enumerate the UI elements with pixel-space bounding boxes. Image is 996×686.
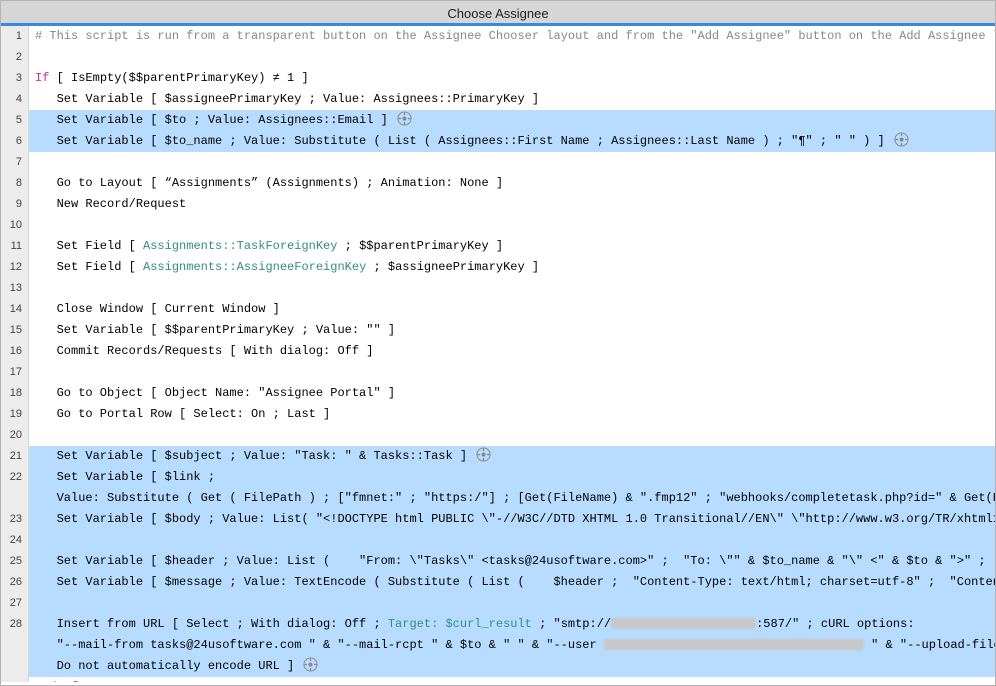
line-number: 18	[1, 383, 29, 404]
script-line[interactable]: 10	[1, 215, 995, 236]
script-line[interactable]: 20	[1, 425, 995, 446]
code-text	[29, 215, 995, 236]
code-text	[29, 278, 995, 299]
code-text: Set Field [ Assignments::TaskForeignKey …	[29, 236, 995, 257]
redacted-text	[604, 639, 864, 650]
line-number: 8	[1, 173, 29, 194]
gear-icon[interactable]	[894, 132, 909, 147]
line-number: 27	[1, 593, 29, 614]
script-line[interactable]: 8 Go to Layout [ “Assignments” (Assignme…	[1, 173, 995, 194]
script-line[interactable]: 7	[1, 152, 995, 173]
line-number: 24	[1, 530, 29, 551]
gear-icon[interactable]	[397, 111, 412, 126]
code-text: New Record/Request	[29, 194, 995, 215]
code-text: Set Variable [ $$parentPrimaryKey ; Valu…	[29, 320, 995, 341]
script-line[interactable]: 26 Set Variable [ $message ; Value: Text…	[1, 572, 995, 593]
line-number: 10	[1, 215, 29, 236]
script-line[interactable]: 25 Set Variable [ $header ; Value: List …	[1, 551, 995, 572]
line-number: 5	[1, 110, 29, 131]
line-number: 16	[1, 341, 29, 362]
script-line[interactable]: 1 # This script is run from a transparen…	[1, 26, 995, 47]
code-text	[29, 530, 995, 551]
script-line[interactable]: 23 Set Variable [ $body ; Value: List( "…	[1, 509, 995, 530]
code-text: If [ IsEmpty($$parentPrimaryKey) ≠ 1 ]	[29, 68, 995, 89]
code-text: Set Variable [ $to_name ; Value: Substit…	[29, 131, 995, 152]
script-line[interactable]: 13	[1, 278, 995, 299]
line-number: 22	[1, 467, 29, 509]
line-number: 26	[1, 572, 29, 593]
code-text: Close Window [ Current Window ]	[29, 299, 995, 320]
script-line[interactable]: 14 Close Window [ Current Window ]	[1, 299, 995, 320]
line-number: 6	[1, 131, 29, 152]
code-text: Set Variable [ $assigneePrimaryKey ; Val…	[29, 89, 995, 110]
line-number: 23	[1, 509, 29, 530]
line-number: 12	[1, 257, 29, 278]
line-number: 19	[1, 404, 29, 425]
code-text: End If	[29, 677, 995, 682]
line-number: 9	[1, 194, 29, 215]
line-number: 4	[1, 89, 29, 110]
redacted-text	[611, 618, 756, 629]
line-number: 17	[1, 362, 29, 383]
code-text: Set Variable [ $header ; Value: List ( "…	[29, 551, 995, 572]
code-text	[29, 152, 995, 173]
script-line[interactable]: 17	[1, 362, 995, 383]
code-text: Set Field [ Assignments::AssigneeForeign…	[29, 257, 995, 278]
script-line[interactable]: 21 Set Variable [ $subject ; Value: "Tas…	[1, 446, 995, 467]
window-title: Choose Assignee	[1, 1, 995, 26]
line-number: 21	[1, 446, 29, 467]
line-number: 25	[1, 551, 29, 572]
code-text: Set Variable [ $to ; Value: Assignees::E…	[29, 110, 995, 131]
code-text: Set Variable [ $link ; Value: Substitute…	[29, 467, 995, 509]
code-text	[29, 425, 995, 446]
line-number: 2	[1, 47, 29, 68]
script-line[interactable]: 28 Insert from URL [ Select ; With dialo…	[1, 614, 995, 677]
script-editor[interactable]: 1 # This script is run from a transparen…	[1, 26, 995, 682]
script-line[interactable]: 3 If [ IsEmpty($$parentPrimaryKey) ≠ 1 ]	[1, 68, 995, 89]
script-line[interactable]: 2	[1, 47, 995, 68]
code-text	[29, 47, 995, 68]
code-text: Insert from URL [ Select ; With dialog: …	[29, 614, 995, 677]
code-text: Go to Portal Row [ Select: On ; Last ]	[29, 404, 995, 425]
script-line[interactable]: 5 Set Variable [ $to ; Value: Assignees:…	[1, 110, 995, 131]
code-text: Set Variable [ $body ; Value: List( "<!D…	[29, 509, 995, 530]
line-number: 7	[1, 152, 29, 173]
code-text: Set Variable [ $message ; Value: TextEnc…	[29, 572, 995, 593]
script-line[interactable]: 15 Set Variable [ $$parentPrimaryKey ; V…	[1, 320, 995, 341]
line-number: 15	[1, 320, 29, 341]
line-number: 11	[1, 236, 29, 257]
script-line[interactable]: 22 Set Variable [ $link ; Value: Substit…	[1, 467, 995, 509]
script-line[interactable]: 19 Go to Portal Row [ Select: On ; Last …	[1, 404, 995, 425]
script-line[interactable]: 11 Set Field [ Assignments::TaskForeignK…	[1, 236, 995, 257]
script-line[interactable]: 16 Commit Records/Requests [ With dialog…	[1, 341, 995, 362]
script-line[interactable]: 4 Set Variable [ $assigneePrimaryKey ; V…	[1, 89, 995, 110]
script-line[interactable]: 29 End If	[1, 677, 995, 682]
script-line[interactable]: 24	[1, 530, 995, 551]
line-number: 13	[1, 278, 29, 299]
script-line[interactable]: 27	[1, 593, 995, 614]
script-line[interactable]: 18 Go to Object [ Object Name: "Assignee…	[1, 383, 995, 404]
gear-icon[interactable]	[303, 657, 318, 672]
code-text: Commit Records/Requests [ With dialog: O…	[29, 341, 995, 362]
code-text: Set Variable [ $subject ; Value: "Task: …	[29, 446, 995, 467]
code-text: # This script is run from a transparent …	[29, 26, 995, 47]
script-line[interactable]: 6 Set Variable [ $to_name ; Value: Subst…	[1, 131, 995, 152]
script-line[interactable]: 12 Set Field [ Assignments::AssigneeFore…	[1, 257, 995, 278]
line-number: 20	[1, 425, 29, 446]
line-number: 1	[1, 26, 29, 47]
code-text: Go to Layout [ “Assignments” (Assignment…	[29, 173, 995, 194]
code-text: Go to Object [ Object Name: "Assignee Po…	[29, 383, 995, 404]
line-number: 14	[1, 299, 29, 320]
line-number: 28	[1, 614, 29, 677]
code-text	[29, 593, 995, 614]
script-line[interactable]: 9 New Record/Request	[1, 194, 995, 215]
code-text	[29, 362, 995, 383]
line-number: 3	[1, 68, 29, 89]
line-number: 29	[1, 677, 29, 682]
gear-icon[interactable]	[476, 447, 491, 462]
